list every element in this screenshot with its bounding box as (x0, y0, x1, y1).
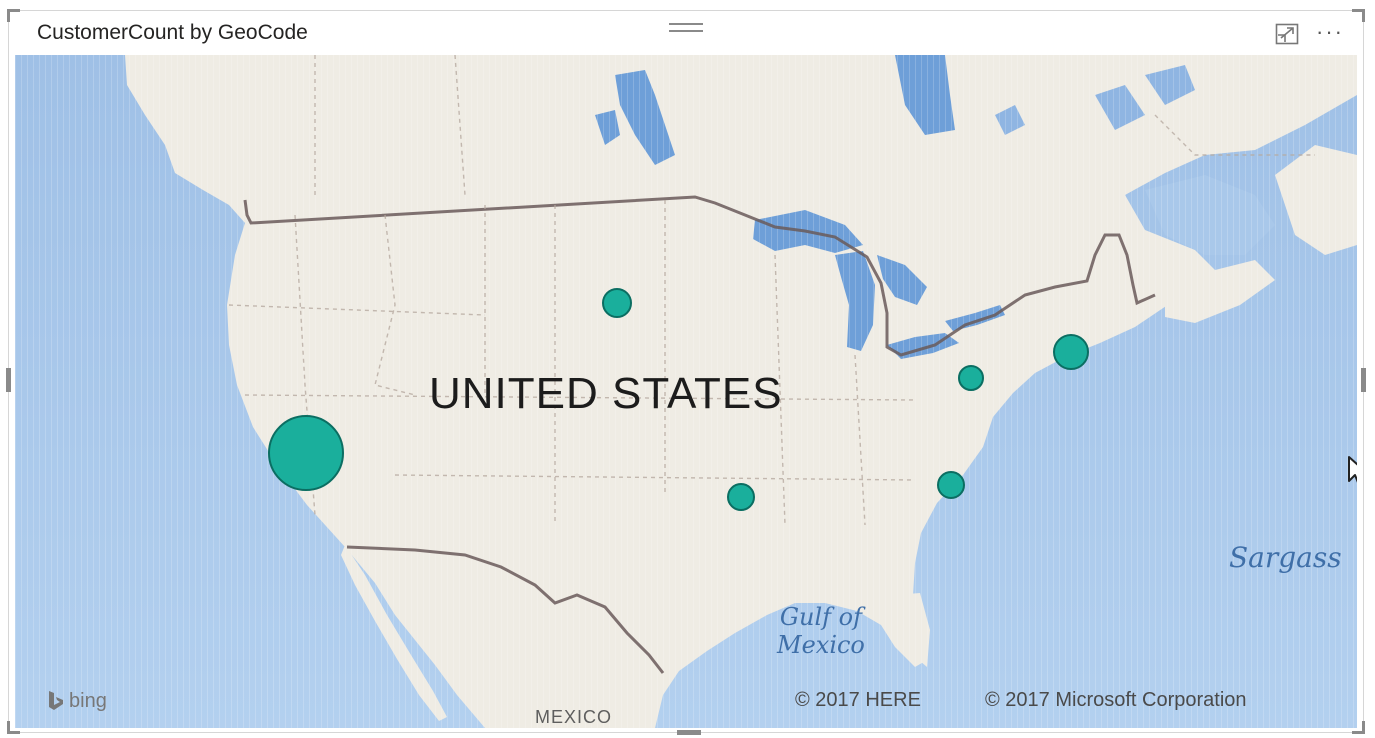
bing-icon (49, 691, 63, 710)
drag-handle-icon[interactable] (669, 23, 703, 37)
map-canvas[interactable]: UNITED STATES Sargass Gulf of Mexico MEX… (15, 55, 1357, 728)
customer-bubble-pittsburgh[interactable] (958, 365, 984, 391)
visual-header: CustomerCount by GeoCode ··· (9, 11, 1363, 55)
bubble-layer (268, 288, 1089, 511)
resize-handle-left[interactable] (6, 368, 11, 392)
mouse-cursor-icon (1348, 456, 1357, 483)
focus-mode-icon[interactable] (1275, 23, 1299, 45)
customer-bubble-dallas[interactable] (727, 483, 755, 511)
copyright-here: © 2017 HERE (795, 689, 921, 711)
visual-title: CustomerCount by GeoCode (37, 21, 308, 44)
bing-logo: bing (47, 689, 107, 713)
more-options-button[interactable]: ··· (1313, 21, 1347, 45)
map-visual[interactable]: CustomerCount by GeoCode ··· UNITED STAT… (6, 9, 1366, 735)
copyright-microsoft: © 2017 Microsoft Corporation (985, 689, 1247, 711)
customer-bubble-los-angeles[interactable] (268, 415, 344, 491)
resize-handle-right[interactable] (1361, 368, 1366, 392)
bing-label: bing (69, 689, 107, 712)
customer-bubble-boston[interactable] (1053, 334, 1089, 370)
resize-handle-bottom[interactable] (677, 730, 701, 735)
customer-bubble-south-dakota[interactable] (602, 288, 632, 318)
customer-bubble-atlanta[interactable] (937, 471, 965, 499)
